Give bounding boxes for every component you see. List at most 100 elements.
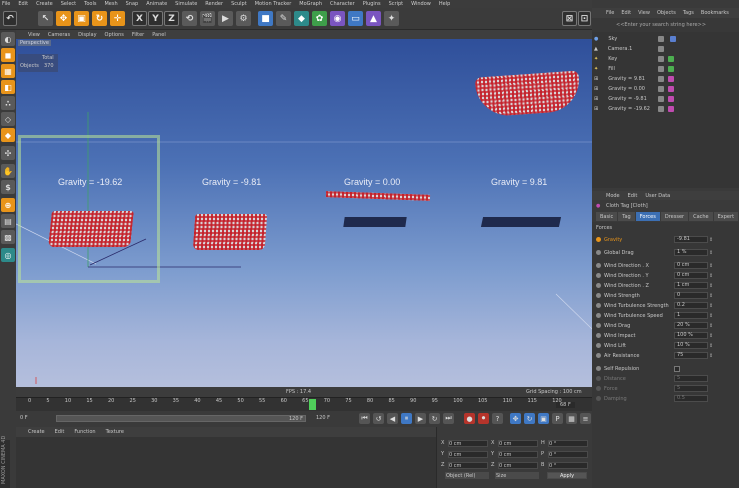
attr-value-field[interactable]: 0 — [674, 292, 708, 299]
stepper-icon[interactable]: ⇕ — [709, 273, 713, 279]
model-mode-icon[interactable]: ◼ — [1, 48, 15, 62]
object-search-input[interactable]: <<Enter your search string here>> — [616, 22, 706, 28]
attr-value-field[interactable]: 1 — [674, 312, 708, 319]
object-menu-bookmarks[interactable]: Bookmarks — [701, 10, 729, 16]
sky-tag-icon[interactable] — [670, 35, 676, 42]
attr-menu-mode[interactable]: Mode — [606, 193, 620, 199]
attr-value-field[interactable]: 0 cm — [674, 272, 708, 279]
locked-workplane-icon[interactable]: ▩ — [1, 230, 15, 244]
cloth-tag-icon[interactable] — [668, 75, 674, 82]
attr-menu-user-data[interactable]: User Data — [645, 193, 670, 199]
maximize-icon[interactable]: ⊡ — [578, 11, 591, 26]
next-frame-icon[interactable]: ▶ — [415, 413, 426, 424]
apply-button[interactable]: Apply — [547, 472, 587, 479]
visibility-icon[interactable] — [658, 65, 664, 72]
object-menu-objects[interactable]: Objects — [657, 10, 676, 16]
menu-plugins[interactable]: Plugins — [363, 1, 381, 7]
visibility-icon[interactable] — [658, 75, 664, 82]
object-menu-tags[interactable]: Tags — [683, 10, 694, 16]
stepper-icon[interactable]: ⇕ — [709, 343, 713, 349]
z-axis-icon[interactable]: Z — [164, 11, 179, 26]
menu-mesh[interactable]: Mesh — [104, 1, 117, 7]
coord-pos-y-field[interactable]: 0 cm — [448, 451, 488, 458]
expand-icon[interactable]: ⊞ — [594, 76, 598, 82]
viewport-menu-view[interactable]: View — [28, 32, 40, 38]
coord-size-y-field[interactable]: 0 cm — [498, 451, 538, 458]
coord-rot-b-field[interactable]: 0 ° — [548, 462, 588, 469]
layout-icon[interactable]: ⊠ — [562, 11, 577, 26]
tab-tag[interactable]: Tag — [618, 212, 635, 221]
material-menu-edit[interactable]: Edit — [55, 429, 65, 435]
stepper-icon[interactable]: ⇕ — [709, 333, 713, 339]
end-frame-field[interactable]: 120 F — [316, 415, 330, 421]
material-menu-function[interactable]: Function — [74, 429, 95, 435]
table-block-4[interactable] — [480, 217, 562, 227]
menu-animate[interactable]: Animate — [146, 1, 167, 7]
object-row-fill[interactable]: ✦ Fill — [594, 64, 736, 73]
expand-icon[interactable]: ⊞ — [594, 96, 598, 102]
render-picture-viewer-icon[interactable]: ▶ — [218, 11, 233, 26]
animate-dot-icon[interactable] — [596, 250, 601, 255]
floor-icon[interactable]: ▭ — [348, 11, 363, 26]
coord-rot-h-field[interactable]: 0 ° — [548, 440, 588, 447]
menu-tools[interactable]: Tools — [84, 1, 96, 7]
soft-selection-icon[interactable]: ⊕ — [1, 198, 15, 212]
attr-menu-edit[interactable]: Edit — [628, 193, 638, 199]
object-menu-view[interactable]: View — [638, 10, 650, 16]
viewport-menu-panel[interactable]: Panel — [152, 32, 166, 38]
tab-forces[interactable]: Forces — [635, 212, 660, 221]
prev-key-icon[interactable]: ↺ — [373, 413, 384, 424]
menu-sculpt[interactable]: Sculpt — [231, 1, 247, 7]
object-row-key[interactable]: ✦ Key — [594, 54, 736, 63]
animate-dot-icon[interactable] — [596, 293, 601, 298]
cloth-tag-icon[interactable] — [668, 105, 674, 112]
animate-dot-icon[interactable] — [596, 303, 601, 308]
object-row-gravity-9-81[interactable]: ⊞ Gravity = 9.81 — [594, 74, 736, 83]
viewport-menu-options[interactable]: Options — [105, 32, 124, 38]
animate-dot-icon[interactable] — [596, 323, 601, 328]
stepper-icon[interactable]: ⇕ — [709, 263, 713, 269]
preview-range-slider[interactable]: 120 F — [56, 415, 306, 422]
x-axis-icon[interactable]: X — [132, 11, 147, 26]
menu-mograph[interactable]: MoGraph — [299, 1, 322, 7]
key-position-icon[interactable]: ✥ — [510, 413, 521, 424]
snapping-icon[interactable]: $ — [1, 180, 15, 194]
tab-dresser[interactable]: Dresser — [660, 212, 689, 221]
planar-workplane-icon[interactable]: ▤ — [1, 214, 15, 228]
enabled-check-icon[interactable] — [668, 55, 674, 62]
points-mode-icon[interactable]: ∴ — [1, 96, 15, 110]
object-row-gravity-minus-9-81[interactable]: ⊞ Gravity = -9.81 — [594, 94, 736, 103]
object-row-gravity-0-00[interactable]: ⊞ Gravity = 0.00 — [594, 84, 736, 93]
coord-size-x-field[interactable]: 0 cm — [498, 440, 538, 447]
scale-icon[interactable]: ▣ — [74, 11, 89, 26]
make-editable-icon[interactable]: ◐ — [1, 32, 15, 46]
visibility-icon[interactable] — [658, 85, 664, 92]
key-scale-icon[interactable]: ▣ — [538, 413, 549, 424]
workplane-icon[interactable]: ◧ — [1, 80, 15, 94]
render-view-icon[interactable]: 🎬 — [200, 11, 215, 26]
attr-value-field[interactable]: 0 cm — [674, 262, 708, 269]
autokey-icon[interactable]: ⏺ — [478, 413, 489, 424]
animate-dot-icon[interactable] — [596, 237, 601, 242]
enabled-check-icon[interactable] — [668, 65, 674, 72]
coord-rot-p-field[interactable]: 0 ° — [548, 451, 588, 458]
viewport-menu-filter[interactable]: Filter — [132, 32, 144, 38]
menu-character[interactable]: Character — [330, 1, 355, 7]
edges-mode-icon[interactable]: ◇ — [1, 112, 15, 126]
menu-create[interactable]: Create — [36, 1, 53, 7]
visibility-icon[interactable] — [658, 35, 664, 42]
attr-value-field[interactable]: 10 % — [674, 342, 708, 349]
cube-icon[interactable]: ■ — [258, 11, 273, 26]
menu-select[interactable]: Select — [61, 1, 76, 7]
pen-spline-icon[interactable]: ✎ — [276, 11, 291, 26]
texture-mode-icon[interactable]: ▦ — [1, 64, 15, 78]
expand-icon[interactable]: ⊞ — [594, 86, 598, 92]
stepper-icon[interactable]: ⇕ — [709, 323, 713, 329]
cloth-gravity-minus-19-62[interactable] — [48, 211, 134, 247]
object-menu-file[interactable]: File — [606, 10, 614, 16]
stepper-icon[interactable]: ⇕ — [709, 313, 713, 319]
tab-expert[interactable]: Expert — [713, 212, 739, 221]
attr-value-field[interactable]: 20 % — [674, 322, 708, 329]
menu-motion-tracker[interactable]: Motion Tracker — [255, 1, 292, 7]
cloth-gravity-minus-9-81[interactable] — [192, 214, 268, 250]
